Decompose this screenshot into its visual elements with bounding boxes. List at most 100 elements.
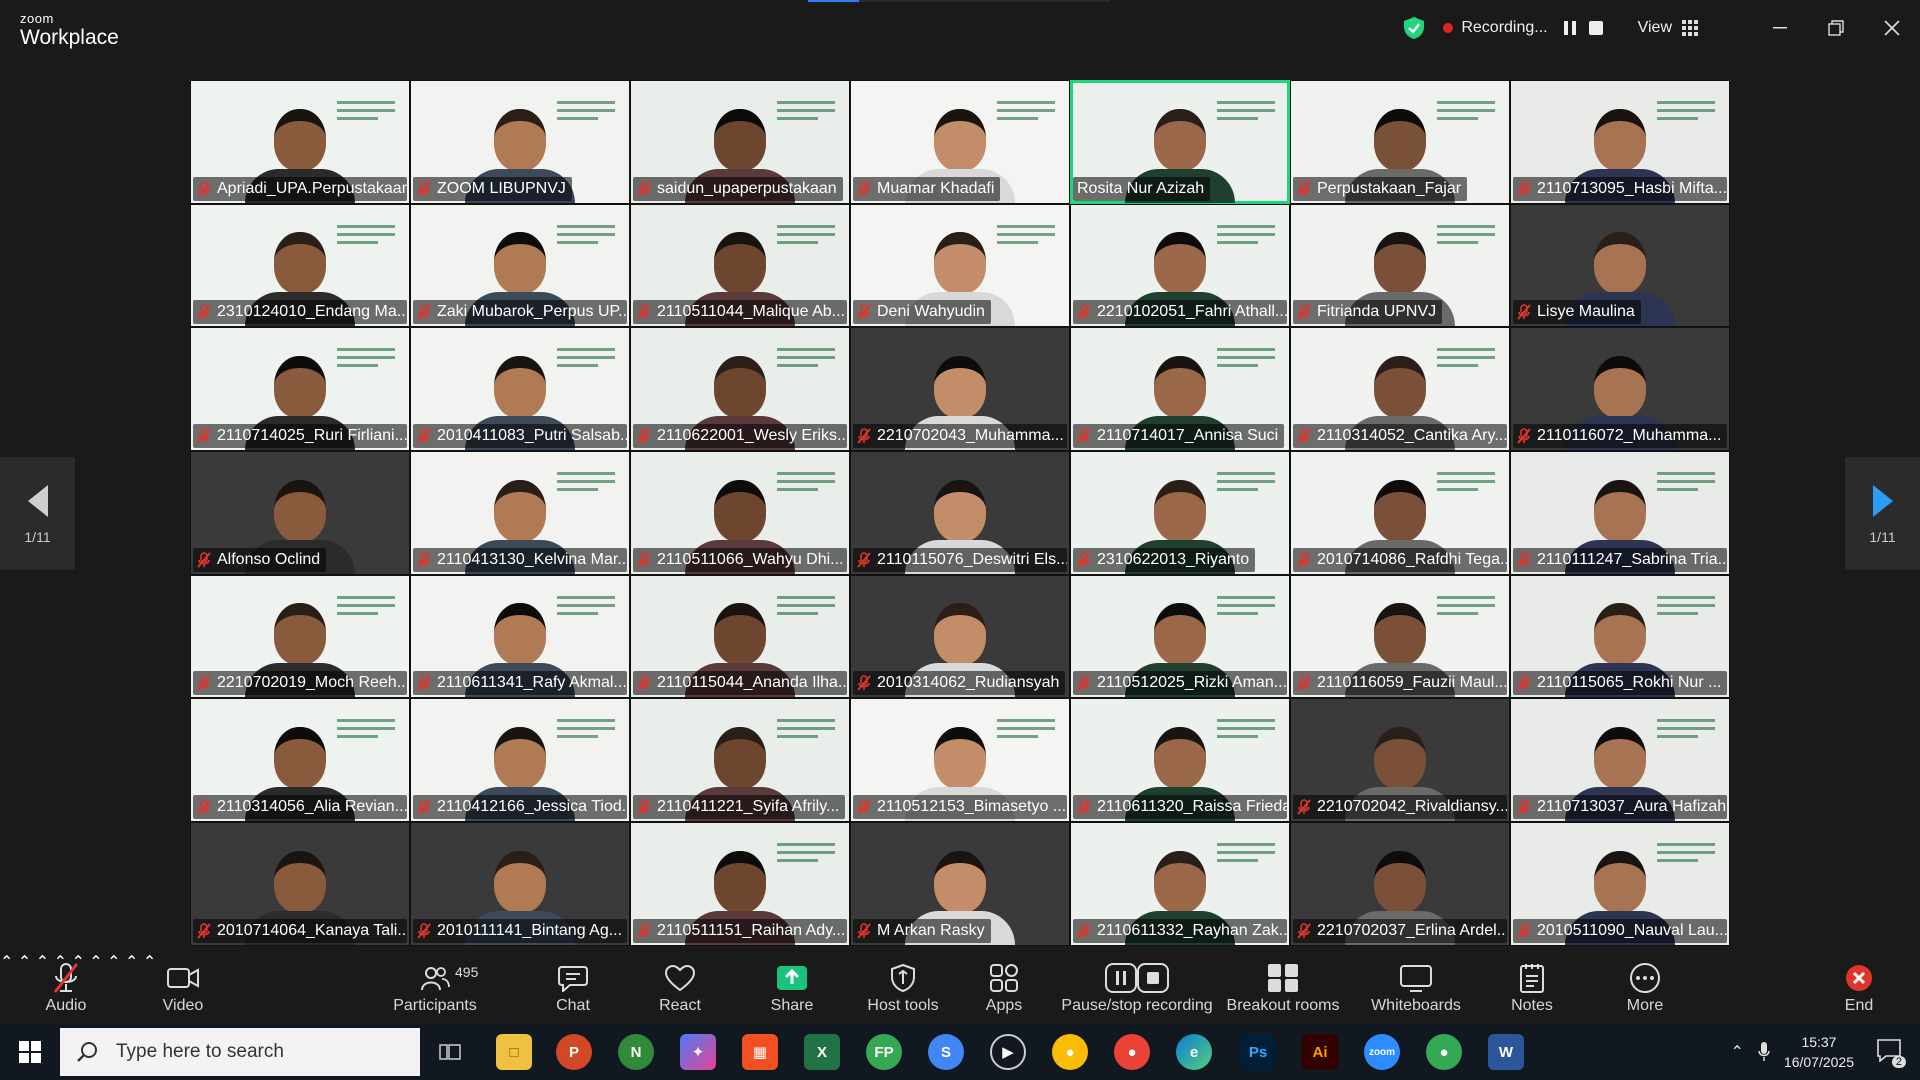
participant-tile[interactable]: 2210702037_Erlina Ardel... [1290, 822, 1510, 946]
edge-icon[interactable]: e [1176, 1034, 1212, 1070]
participant-tile[interactable]: Fitrianda UPNVJ [1290, 203, 1510, 328]
participant-tile[interactable]: 2110111247_Sabrina Tria... [1510, 451, 1730, 575]
powerpoint-icon[interactable]: P [556, 1034, 592, 1070]
participant-tile[interactable]: M Arkan Rasky [850, 822, 1070, 946]
chrome-fp-icon[interactable]: FP [866, 1034, 902, 1070]
chrome-icon[interactable]: ● [1052, 1034, 1088, 1070]
participant-tile[interactable]: Muamar Khadafi [850, 80, 1070, 204]
participant-tile[interactable]: Perpustakaan_Fajar [1290, 80, 1510, 204]
participant-tile[interactable]: 2110511066_Wahyu Dhi... [630, 451, 850, 575]
participant-tile[interactable]: 2110611341_Rafy Akmal... [410, 574, 630, 699]
windows-start-button[interactable] [0, 1024, 60, 1080]
next-page-button[interactable]: 1/11 [1845, 457, 1920, 570]
participant-tile[interactable]: Apriadi_UPA.Perpustakaan [190, 80, 410, 204]
close-icon[interactable] [1864, 0, 1920, 56]
participant-tile[interactable]: 2110314052_Cantika Ary... [1290, 327, 1510, 452]
participant-tile[interactable]: 2110622001_Wesly Eriks... [630, 327, 850, 452]
participant-tile[interactable]: 2210702043_Muhamma... [850, 327, 1070, 452]
file-explorer-icon[interactable]: □ [496, 1034, 532, 1070]
participant-tile[interactable]: 2110115044_Ananda Ilha... [630, 574, 850, 699]
chrome-s-icon[interactable]: S [928, 1034, 964, 1070]
more-button[interactable]: More [1622, 952, 1668, 1024]
notification-center-button[interactable]: 2 [1876, 1038, 1906, 1068]
taskbar-search-box[interactable]: Type here to search [60, 1028, 420, 1076]
notes-options-caret-icon[interactable]: ⌃ [143, 954, 156, 971]
participant-tile[interactable]: 2110714017_Annisa Suci [1070, 327, 1290, 452]
participant-tile[interactable]: 2010511090_Nauval Lau... [1510, 822, 1730, 946]
participant-tile[interactable]: 2110115076_Deswitri Els... [850, 451, 1070, 575]
chat-button[interactable]: Chat [553, 952, 593, 1024]
participant-tile[interactable]: 2110512153_Bimasetyo ... [850, 698, 1070, 823]
pause-stop-recording-button[interactable]: Pause/stop recording [1061, 952, 1213, 1024]
participant-tile[interactable]: 2210102051_Fahri Athall... [1070, 203, 1290, 328]
participant-tile[interactable]: 2010714064_Kanaya Tali... [190, 822, 410, 946]
media-player-icon[interactable]: ▶ [990, 1034, 1026, 1070]
zoom-taskbar-icon[interactable]: zoom [1364, 1034, 1400, 1070]
share-button[interactable]: Share [770, 952, 814, 1024]
notes-button[interactable]: Notes [1510, 952, 1554, 1024]
participant-tile[interactable]: Zaki Mubarok_Perpus UP... [410, 203, 630, 328]
participant-tile[interactable]: 2110611320_Raissa Frieda [1070, 698, 1290, 823]
participant-tile[interactable]: 2010411083_Putri Salsab... [410, 327, 630, 452]
pause-recording-icon[interactable] [1562, 20, 1578, 36]
photoshop-icon[interactable]: Ps [1240, 1034, 1276, 1070]
video-options-caret-icon[interactable]: ⌃ [18, 954, 31, 971]
task-view-icon[interactable] [432, 1034, 468, 1070]
participant-tile[interactable]: 2010714086_Rafdhi Tega... [1290, 451, 1510, 575]
host-tools-button[interactable]: Host tools [866, 952, 940, 1024]
participant-tile[interactable]: saidun_upaperpustakaan [630, 80, 850, 204]
chrome-profile-icon[interactable]: N [618, 1034, 654, 1070]
chrome-profile-2-icon[interactable]: ● [1114, 1034, 1150, 1070]
word-icon[interactable]: W [1488, 1034, 1524, 1070]
participant-tile[interactable]: 2110714025_Ruri Firliani... [190, 327, 410, 452]
participant-tile[interactable]: 2010314062_Rudiansyah [850, 574, 1070, 699]
participant-tile[interactable]: 2110116072_Muhamma... [1510, 327, 1730, 452]
view-button[interactable]: View [1638, 19, 1698, 37]
participant-tile[interactable]: Lisye Maulina [1510, 203, 1730, 328]
participant-tile[interactable]: 2110713037_Aura Hafizah [1510, 698, 1730, 823]
minimize-icon[interactable] [1752, 0, 1808, 56]
participant-tile[interactable]: 2010111141_Bintang Ag... [410, 822, 630, 946]
microphone-tray-icon[interactable] [1758, 1042, 1770, 1062]
participant-tile[interactable]: 2310622013_Riyanto [1070, 451, 1290, 575]
illustrator-icon[interactable]: Ai [1302, 1034, 1338, 1070]
participant-tile[interactable]: Alfonso Oclind [190, 451, 410, 575]
audio-options-caret-icon[interactable]: ⌃ [0, 954, 13, 971]
participant-tile[interactable]: 2110116059_Fauzii Maul... [1290, 574, 1510, 699]
encryption-shield-icon[interactable] [1403, 16, 1425, 40]
participant-tile[interactable]: 2310124010_Endang Ma... [190, 203, 410, 328]
participant-tile[interactable]: 2110411221_Syifa Afrily... [630, 698, 850, 823]
whiteboards-options-caret-icon[interactable]: ⌃ [125, 954, 138, 971]
chrome-active-icon[interactable]: ● [1426, 1034, 1462, 1070]
video-button[interactable]: Video [158, 952, 208, 1024]
tray-overflow-icon[interactable]: ⌃ [1731, 1042, 1744, 1062]
excel-icon[interactable]: X [804, 1034, 840, 1070]
participant-tile[interactable]: 2110413130_Kelvina Mar... [410, 451, 630, 575]
participant-tile[interactable]: 2110412166_Jessica Tiod... [410, 698, 630, 823]
participant-tile[interactable]: 2110511044_Malique Ab... [630, 203, 850, 328]
react-button[interactable]: React [656, 952, 704, 1024]
participant-tile[interactable]: 2210702042_Rivaldiansy... [1290, 698, 1510, 823]
previous-page-button[interactable]: 1/11 [0, 457, 75, 570]
participant-tile[interactable]: 2110611332_Rayhan Zak... [1070, 822, 1290, 946]
participant-tile[interactable]: 2110314056_Alia Revian... [190, 698, 410, 823]
participant-tile[interactable]: 2210702019_Moch Reeh... [190, 574, 410, 699]
restore-icon[interactable] [1808, 0, 1864, 56]
participant-tile[interactable]: Rosita Nur Azizah [1070, 80, 1290, 204]
participants-button[interactable]: Participants [393, 952, 477, 1024]
end-meeting-button[interactable]: End [1842, 952, 1876, 1024]
participant-tile[interactable]: Deni Wahyudin [850, 203, 1070, 328]
apps-button[interactable]: Apps [984, 952, 1024, 1024]
copilot-icon[interactable]: ✦ [680, 1034, 716, 1070]
participant-tile[interactable]: 2110713095_Hasbi Mifta... [1510, 80, 1730, 204]
whiteboards-button[interactable]: Whiteboards [1366, 952, 1466, 1024]
taskbar-clock[interactable]: 15:37 16/07/2025 [1784, 1032, 1854, 1072]
participant-tile[interactable]: 2110512025_Rizki Aman... [1070, 574, 1290, 699]
participant-tile[interactable]: 2110511151_Raihan Ady... [630, 822, 850, 946]
apps-options-caret-icon[interactable]: ⌃ [107, 954, 120, 971]
breakout-rooms-button[interactable]: Breakout rooms [1226, 952, 1340, 1024]
participant-tile[interactable]: 2110115065_Rokhi Nur ... [1510, 574, 1730, 699]
audio-button[interactable]: Audio [40, 952, 92, 1024]
stop-recording-icon[interactable] [1588, 20, 1604, 36]
participant-tile[interactable]: ZOOM LIBUPNVJ [410, 80, 630, 204]
